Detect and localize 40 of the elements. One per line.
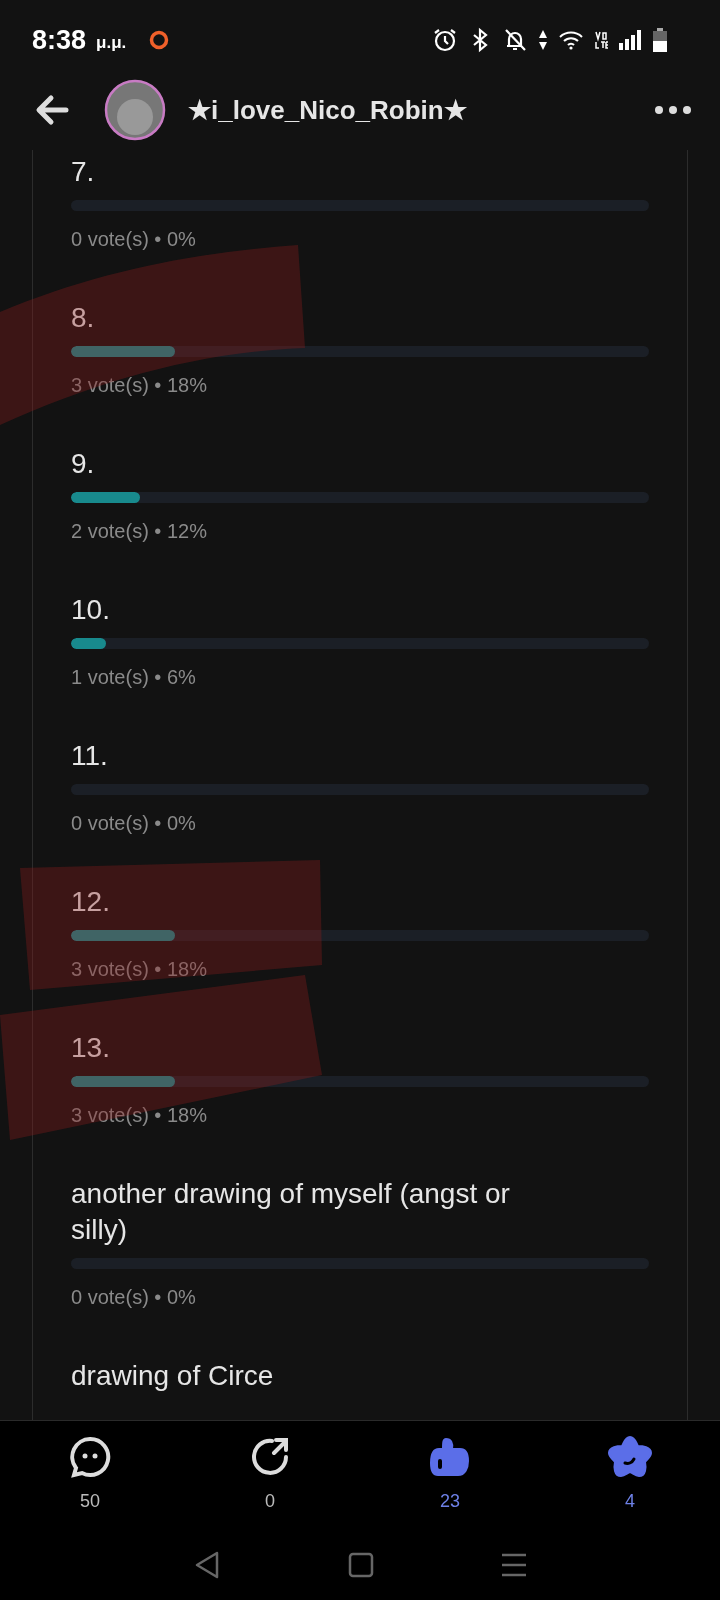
vote-count: 3 vote(s) • 18% [71, 1103, 208, 1127]
vote-count: 3 vote(s) • 18% [71, 957, 208, 981]
vote-count: 0 vote(s) • 0% [71, 1285, 197, 1309]
option-label: 10. [71, 593, 111, 627]
speech-bubble-icon[interactable] [68, 1435, 112, 1479]
clock-meridiem: μ.μ. [96, 33, 127, 53]
option-label: drawing of Circe [71, 1359, 275, 1393]
data-arrows-icon [538, 28, 548, 52]
signal-icon [618, 29, 642, 51]
avatar[interactable] [104, 79, 166, 141]
option-label: 13. [71, 1031, 111, 1065]
wifi-icon [558, 29, 584, 51]
menu-icon[interactable] [500, 1552, 527, 1578]
action-count: 50 [80, 1491, 100, 1512]
thumbs-up-icon[interactable] [428, 1435, 472, 1479]
option-label: 9. [71, 447, 96, 481]
vote-count: 0 vote(s) • 0% [71, 227, 197, 251]
vote-count: 0 vote(s) • 0% [71, 811, 197, 835]
volte-icon [594, 29, 608, 51]
clock-time: 8:38 [32, 24, 87, 56]
vote-count: 3 vote(s) • 18% [71, 373, 208, 397]
option-label: 11. [71, 739, 109, 773]
more-options-icon[interactable] [654, 105, 692, 115]
ring-icon [148, 29, 171, 51]
option-label: 7. [71, 155, 96, 189]
username-title: ★i_love_Nico_Robin★ [188, 94, 467, 126]
option-label: another drawing of myself (angst or silly) [71, 1177, 511, 1247]
home-icon[interactable] [348, 1552, 374, 1578]
option-label: 8. [71, 301, 96, 335]
action-count: 0 [265, 1491, 275, 1512]
vote-count: 1 vote(s) • 6% [71, 665, 197, 689]
bell-off-icon [502, 27, 528, 53]
star-icon[interactable] [607, 1435, 653, 1479]
battery-icon [652, 27, 668, 53]
action-count: 23 [440, 1491, 460, 1512]
option-label: 12. [71, 885, 111, 919]
vote-count: 2 vote(s) • 12% [71, 519, 208, 543]
back-arrow-icon[interactable] [34, 94, 70, 126]
action-count: 4 [625, 1491, 635, 1512]
alarm-icon [432, 27, 458, 53]
